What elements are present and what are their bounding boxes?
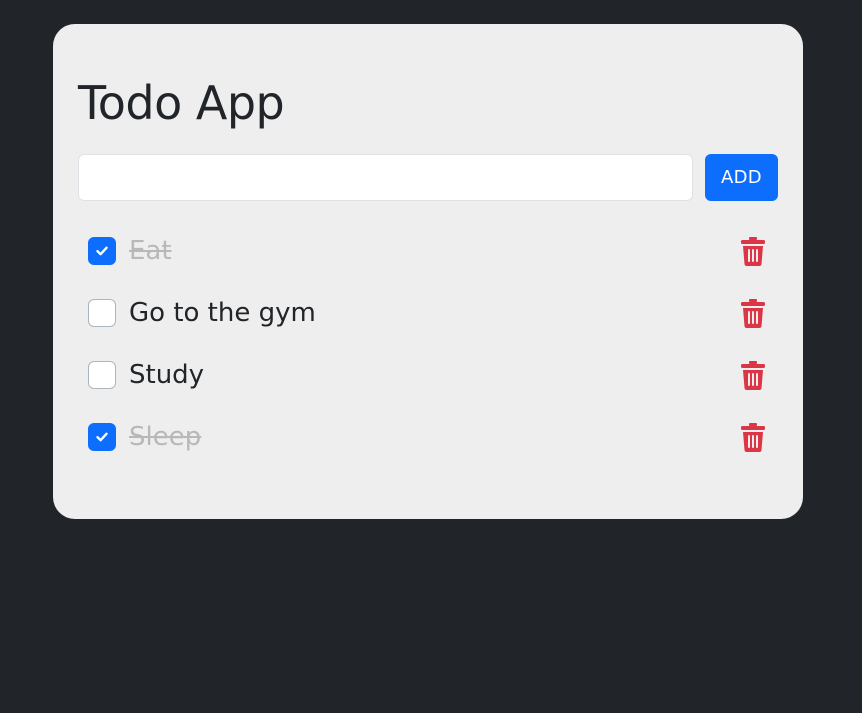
todo-checkbox[interactable] bbox=[88, 299, 116, 327]
todo-item: Eat bbox=[88, 220, 778, 282]
todo-item: Sleep bbox=[88, 406, 778, 468]
new-todo-input[interactable] bbox=[78, 154, 693, 201]
todo-label: Study bbox=[129, 360, 205, 390]
todo-checkbox[interactable] bbox=[88, 361, 116, 389]
todo-label: Eat bbox=[129, 236, 172, 266]
page-title: Todo App bbox=[78, 76, 285, 130]
todo-item: Study bbox=[88, 344, 778, 406]
todo-card: Todo App ADD Eat Go to the gym Study Sle… bbox=[53, 24, 803, 519]
todo-label: Sleep bbox=[129, 422, 202, 452]
todo-checkbox[interactable] bbox=[88, 423, 116, 451]
todo-checkbox[interactable] bbox=[88, 237, 116, 265]
add-button[interactable]: ADD bbox=[705, 154, 778, 201]
delete-button[interactable] bbox=[740, 422, 766, 452]
check-icon bbox=[96, 432, 108, 442]
todo-list: Eat Go to the gym Study Sleep bbox=[88, 220, 778, 468]
delete-button[interactable] bbox=[740, 298, 766, 328]
todo-label: Go to the gym bbox=[129, 298, 316, 328]
add-todo-form: ADD bbox=[78, 154, 778, 201]
check-icon bbox=[96, 246, 108, 256]
trash-icon bbox=[741, 298, 765, 328]
delete-button[interactable] bbox=[740, 236, 766, 266]
trash-icon bbox=[741, 422, 765, 452]
trash-icon bbox=[741, 236, 765, 266]
todo-item: Go to the gym bbox=[88, 282, 778, 344]
trash-icon bbox=[741, 360, 765, 390]
delete-button[interactable] bbox=[740, 360, 766, 390]
